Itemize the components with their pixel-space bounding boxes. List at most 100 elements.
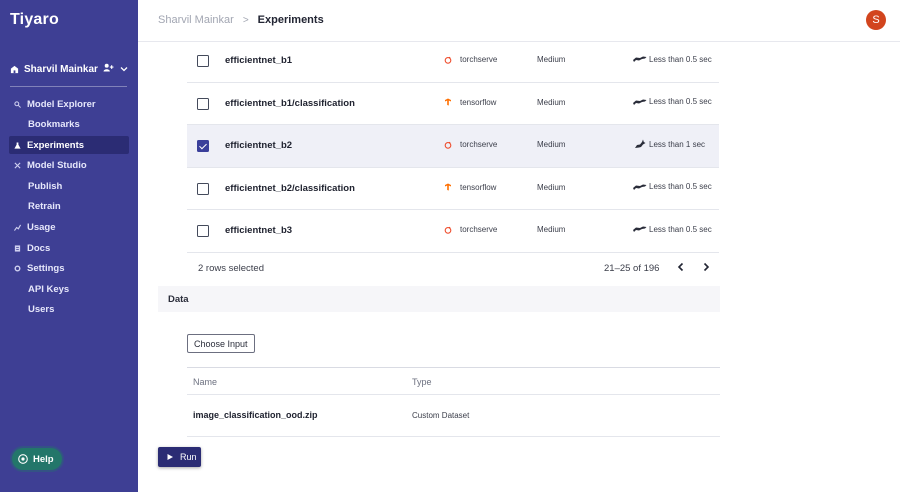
framework-label: torchserve <box>460 55 498 64</box>
prev-page-icon[interactable] <box>674 260 688 274</box>
next-page-icon[interactable] <box>699 260 713 274</box>
file-type: Custom Dataset <box>412 411 470 420</box>
latency-label: Less than 0.5 sec <box>649 182 712 191</box>
size-cell: Medium <box>537 55 566 64</box>
account-switcher[interactable]: Sharvil Mainkar <box>10 62 128 76</box>
torchserve-icon <box>444 141 452 149</box>
model-name: efficientnet_b2/classification <box>225 182 355 194</box>
choose-input-button[interactable]: Choose Input <box>187 334 255 353</box>
table-row[interactable]: efficientnet_b2 torchserve Medium Less t… <box>187 125 719 168</box>
run-label: Run <box>180 452 197 462</box>
sidebar-item-bookmarks[interactable]: Bookmarks <box>9 116 129 134</box>
framework-cell: tensorflow <box>444 183 496 192</box>
sidebar-item-publish[interactable]: Publish <box>9 177 129 195</box>
sidebar-item-settings[interactable]: Settings <box>9 260 129 278</box>
model-name: efficientnet_b3 <box>225 225 293 236</box>
size-cell: Medium <box>537 97 566 107</box>
sidebar-item-model-explorer[interactable]: Model Explorer <box>9 95 129 113</box>
cheetah-icon <box>632 54 648 64</box>
latency-label: Less than 0.5 sec <box>649 54 712 64</box>
sidebar-item-label: Docs <box>27 242 51 254</box>
sidebar-item-experiments[interactable]: Experiments <box>9 136 129 155</box>
sidebar-item-label: Settings <box>27 263 65 275</box>
table-row[interactable]: efficientnet_b2/classification tensorflo… <box>187 168 719 210</box>
torchserve-icon <box>444 56 452 64</box>
sidebar-item-usage[interactable]: Usage <box>9 219 129 237</box>
help-button[interactable]: Help <box>12 448 62 470</box>
tools-icon <box>14 162 21 169</box>
latency-cell: Less than 1 sec <box>632 139 705 149</box>
rabbit-icon <box>632 139 648 149</box>
row-checkbox[interactable] <box>197 97 209 110</box>
table-row[interactable]: efficientnet_b1/classification tensorflo… <box>187 83 719 125</box>
sidebar-item-label: Experiments <box>27 139 85 151</box>
page-title: Experiments <box>257 14 324 26</box>
sidebar-item-label: Users <box>28 304 55 316</box>
data-table-row[interactable]: image_classification_ood.zip Custom Data… <box>187 395 720 437</box>
column-header-type: Type <box>412 377 432 387</box>
page-range: 21–25 of 196 <box>604 263 660 274</box>
latency-cell: Less than 0.5 sec <box>632 97 712 107</box>
framework-label: torchserve <box>460 225 498 234</box>
sidebar-item-model-studio[interactable]: Model Studio <box>9 157 129 175</box>
latency-cell: Less than 0.5 sec <box>632 54 712 64</box>
sidebar-item-retrain[interactable]: Retrain <box>9 198 129 216</box>
table-row[interactable]: efficientnet_b3 torchserve Medium Less t… <box>187 210 719 253</box>
sidebar-item-label: Publish <box>28 180 63 192</box>
cheetah-icon <box>632 97 648 107</box>
torchserve-icon <box>444 226 452 234</box>
framework-cell: torchserve <box>444 225 497 234</box>
model-table: efficientnet_b1 torchserve Medium Less t… <box>187 40 719 253</box>
chart-icon <box>14 224 21 231</box>
row-checkbox[interactable] <box>197 225 209 237</box>
cheetah-icon <box>632 182 648 192</box>
sidebar-divider <box>10 86 127 87</box>
doc-icon <box>14 245 21 252</box>
table-row[interactable]: efficientnet_b1 torchserve Medium Less t… <box>187 40 719 83</box>
framework-label: tensorflow <box>460 182 497 192</box>
model-name: efficientnet_b1 <box>225 55 293 66</box>
data-table: Name Type image_classification_ood.zip C… <box>187 367 720 437</box>
account-name: Sharvil Mainkar <box>24 63 98 75</box>
breadcrumb-parent[interactable]: Sharvil Mainkar <box>158 14 234 26</box>
sidebar-item-docs[interactable]: Docs <box>9 239 129 257</box>
sidebar-item-label: Model Explorer <box>27 98 96 110</box>
add-user-icon[interactable] <box>103 63 114 75</box>
sidebar: Tiyaro Sharvil Mainkar Model Explorer Bo… <box>0 0 138 492</box>
row-checkbox[interactable] <box>197 182 209 195</box>
sidebar-item-label: Usage <box>27 222 56 234</box>
sidebar-item-api-keys[interactable]: API Keys <box>9 280 129 298</box>
framework-cell: torchserve <box>444 55 497 64</box>
data-section-title: Data <box>158 286 720 312</box>
breadcrumb: Sharvil Mainkar > Experiments <box>158 14 324 26</box>
column-header-name: Name <box>193 377 218 387</box>
model-name: efficientnet_b2 <box>225 140 293 151</box>
sidebar-item-label: API Keys <box>28 283 70 295</box>
sidebar-item-label: Model Studio <box>27 160 87 172</box>
play-icon <box>166 453 174 461</box>
sidebar-item-label: Bookmarks <box>28 119 80 131</box>
help-label: Help <box>33 453 54 465</box>
latency-label: Less than 1 sec <box>649 139 706 149</box>
latency-label: Less than 0.5 sec <box>649 97 712 106</box>
tensorflow-icon <box>444 183 452 191</box>
size-cell: Medium <box>537 225 566 234</box>
chevron-down-icon[interactable] <box>120 64 128 75</box>
cheetah-icon <box>632 224 648 234</box>
breadcrumb-separator: > <box>242 14 249 26</box>
latency-label: Less than 0.5 sec <box>649 224 712 234</box>
row-checkbox[interactable] <box>197 55 209 67</box>
row-checkbox[interactable] <box>197 140 209 152</box>
tensorflow-icon <box>444 98 452 106</box>
avatar[interactable]: S <box>866 10 886 30</box>
size-cell: Medium <box>537 140 566 149</box>
latency-cell: Less than 0.5 sec <box>632 182 712 192</box>
help-icon <box>18 454 28 464</box>
framework-cell: tensorflow <box>444 98 496 107</box>
brand-logo[interactable]: Tiyaro <box>10 11 59 29</box>
run-button[interactable]: Run <box>158 447 201 467</box>
sidebar-item-users[interactable]: Users <box>9 301 129 319</box>
gear-icon <box>14 265 21 272</box>
size-cell: Medium <box>537 182 566 192</box>
file-name: image_classification_ood.zip <box>193 410 318 420</box>
